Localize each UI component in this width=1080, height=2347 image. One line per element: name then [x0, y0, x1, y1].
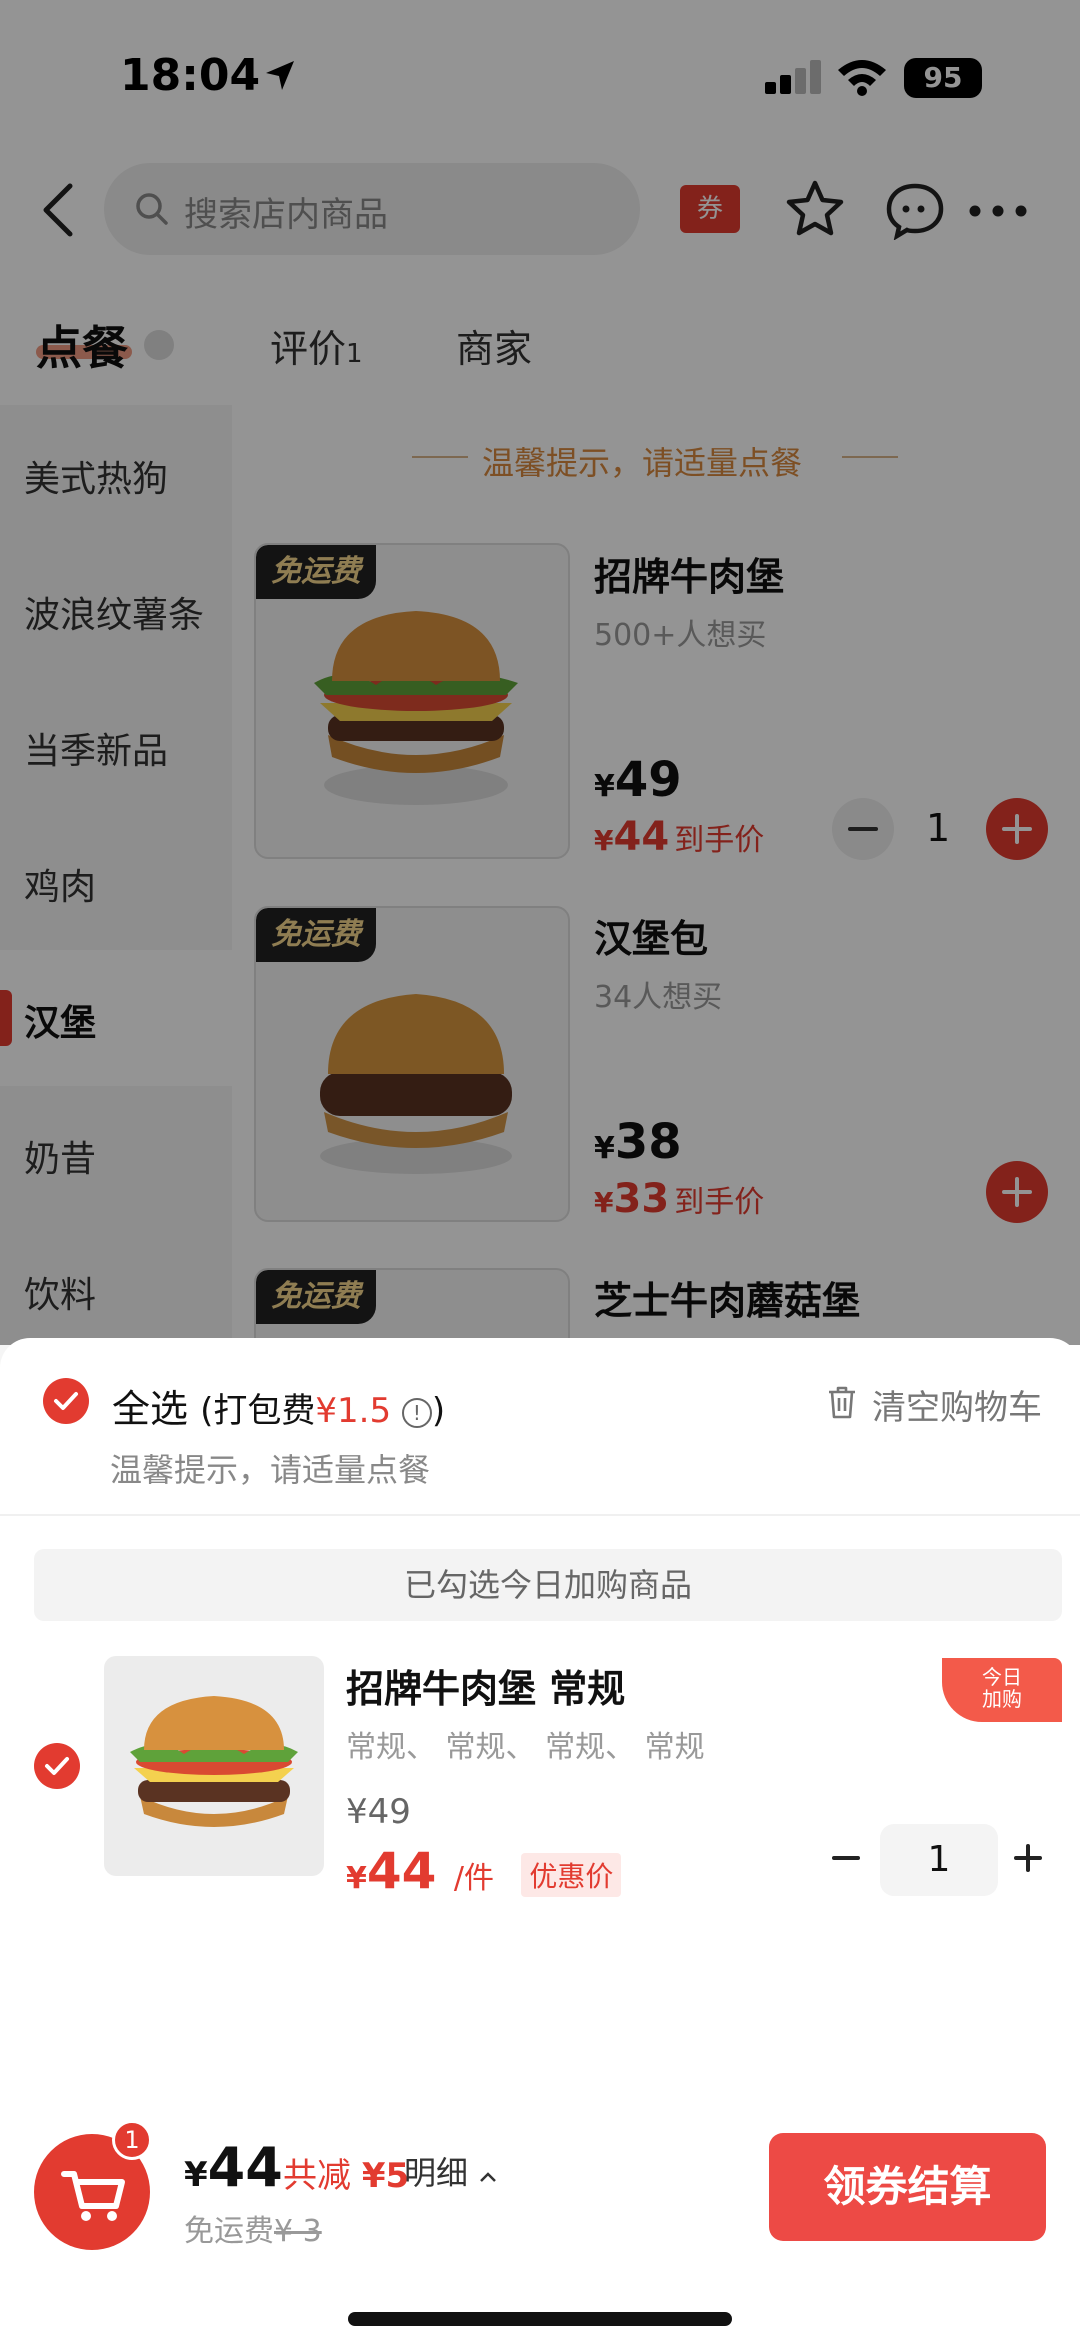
cart-item-price: ¥44 /件 优惠价: [346, 1842, 622, 1900]
quantity-increase-button[interactable]: [1012, 1842, 1044, 1874]
select-all-text: 全选: [112, 1387, 189, 1431]
packing-fee-amount: ¥1.5: [315, 1391, 392, 1431]
checkmark-icon: [45, 1757, 69, 1775]
cart-tip: 温馨提示，请适量点餐: [110, 1451, 431, 1489]
packing-fee-close: ): [431, 1391, 446, 1431]
chevron-up-icon: [480, 2172, 497, 2182]
discount-badge: 优惠价: [521, 1852, 622, 1897]
reduce-amount: ¥5: [361, 2156, 410, 2196]
divider: [0, 1514, 1080, 1516]
trash-icon[interactable]: [826, 1384, 858, 1420]
shipping-fee: 免运费¥ 3: [184, 2206, 322, 2250]
item-checkbox[interactable]: [34, 1743, 80, 1789]
total-price: ¥44: [184, 2136, 283, 2199]
total-value: 44: [207, 2136, 283, 2199]
shipping-original: ¥ 3: [274, 2214, 322, 2249]
quantity-input[interactable]: 1: [880, 1824, 998, 1896]
today-addon-corner-badge: 今日 加购: [942, 1658, 1062, 1722]
corner-line-1: 今日: [982, 1665, 1022, 1689]
select-all-label: 全选 (打包费¥1.5 !): [112, 1378, 445, 1433]
burger-image: [130, 1696, 298, 1827]
cart-price-symbol: ¥: [346, 1861, 367, 1896]
checkmark-icon: [54, 1392, 78, 1410]
cart-item-name: 招牌牛肉堡 常规: [346, 1667, 626, 1711]
clear-cart-button[interactable]: 清空购物车: [872, 1380, 1042, 1429]
home-indicator: [348, 2312, 732, 2326]
dim-overlay[interactable]: [0, 0, 1080, 1345]
packing-fee-label: (打包费: [200, 1391, 316, 1431]
quantity-decrease-button[interactable]: [830, 1842, 862, 1874]
cart-price-value: 44: [366, 1842, 437, 1900]
today-addon-banner: 已勾选今日加购商品: [34, 1549, 1062, 1621]
cart-item-image[interactable]: [104, 1656, 324, 1876]
price-detail-button[interactable]: 明细: [404, 2148, 498, 2194]
packing-fee: (打包费¥1.5 !): [200, 1391, 445, 1431]
detail-label: 明细: [404, 2154, 469, 2192]
info-icon[interactable]: !: [401, 1397, 432, 1428]
cart-count-badge: 1: [112, 2120, 152, 2160]
reduce-label: 共减: [283, 2156, 351, 2196]
checkout-button[interactable]: 领券结算: [769, 2133, 1046, 2241]
cart-price-unit: /件: [453, 1861, 494, 1896]
select-all-checkbox[interactable]: [43, 1378, 89, 1424]
corner-line-2: 加购: [982, 1687, 1022, 1711]
cart-item-spec: 常规、 常规、 常规、 常规: [346, 1730, 705, 1765]
total-symbol: ¥: [184, 2155, 208, 2195]
total-reduction: 共减 ¥5: [283, 2148, 409, 2197]
cart-item-original-price: ¥49: [346, 1792, 411, 1832]
shipping-label: 免运费: [184, 2214, 274, 2249]
